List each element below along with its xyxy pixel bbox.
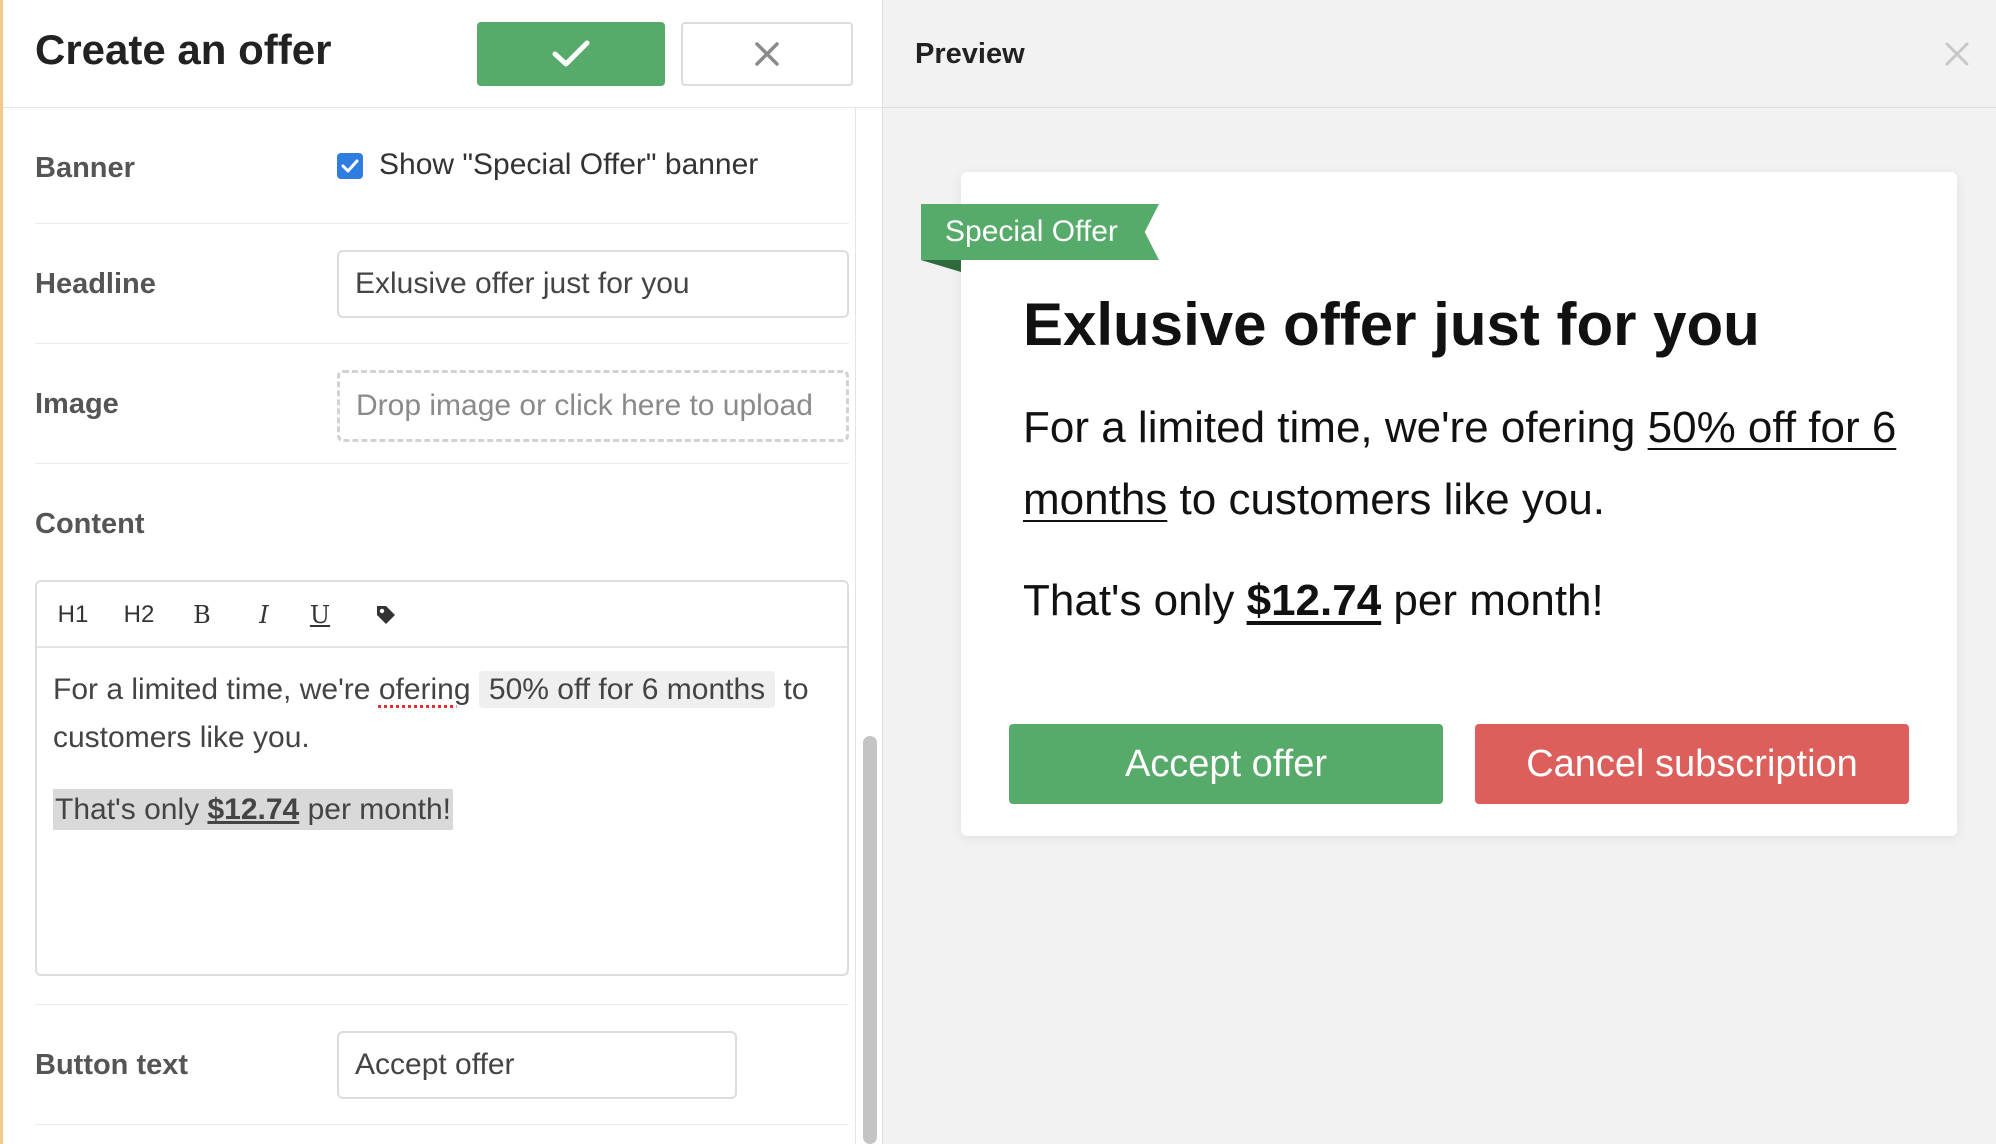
close-icon	[755, 42, 779, 66]
confirm-button[interactable]	[477, 22, 665, 86]
content-rich-text-editor: H1 H2 B I U For a limited time, we're of…	[35, 580, 849, 976]
italic-button[interactable]: I	[249, 596, 279, 634]
headline-row: Headline Exlusive offer just for you	[35, 224, 849, 344]
headline-label: Headline	[35, 268, 156, 300]
misspelled-word: ofering	[378, 673, 471, 706]
banner-checkbox-label[interactable]: Show "Special Offer" banner	[379, 148, 758, 182]
underline-button[interactable]: U	[305, 596, 335, 634]
check-icon	[552, 40, 590, 67]
rte-text: For a limited time, we're	[53, 673, 379, 706]
tag-button[interactable]	[371, 596, 401, 634]
checkmark-icon	[341, 159, 359, 173]
offer-description: For a limited time, we're ofering 50% of…	[1023, 403, 1897, 524]
rte-toolbar: H1 H2 B I U	[37, 582, 847, 648]
cancel-edit-button[interactable]	[681, 22, 853, 86]
preview-title: Preview	[915, 38, 1025, 70]
editor-scrollbar-thumb[interactable]	[863, 736, 877, 1144]
rte-paragraph-1: For a limited time, we're ofering 50% of…	[53, 666, 831, 762]
price-text: $12.74	[207, 793, 300, 826]
offer-headline: Exlusive offer just for you	[1023, 291, 1760, 358]
merge-tag-chip[interactable]: 50% off for 6 months	[478, 671, 776, 708]
banner-label: Banner	[35, 152, 135, 184]
ribbon-fold	[921, 260, 961, 272]
offer-preview-card: Special Offer Exlusive offer just for yo…	[921, 172, 1957, 836]
banner-row: Banner Show "Special Offer" banner	[35, 108, 849, 224]
button-text-input[interactable]: Accept offer	[337, 1031, 737, 1099]
preview-header: Preview	[883, 0, 1996, 108]
preview-panel: Preview Special Offer Exlusive offer jus…	[882, 0, 1996, 1144]
editor-header: Create an offer	[3, 0, 882, 108]
rte-content-area[interactable]: For a limited time, we're ofering 50% of…	[37, 648, 847, 834]
ribbon-text: Special Offer	[945, 215, 1118, 248]
rte-paragraph-2: That's only $12.74 per month!	[53, 786, 831, 834]
headline-input[interactable]: Exlusive offer just for you	[337, 250, 849, 318]
h2-button[interactable]: H2	[119, 596, 159, 634]
bold-button[interactable]: B	[187, 596, 217, 634]
app: Create an offer Banner Show "Special Off…	[0, 0, 1996, 1144]
h1-button[interactable]: H1	[55, 596, 91, 634]
banner-checkbox[interactable]	[337, 153, 363, 179]
image-row: Image Drop image or click here to upload	[35, 344, 849, 464]
content-label: Content	[35, 508, 145, 540]
cancel-subscription-button[interactable]: Cancel subscription	[1475, 724, 1909, 804]
accept-offer-button[interactable]: Accept offer	[1009, 724, 1443, 804]
button-text-row: Button text Accept offer	[35, 1005, 849, 1125]
image-dropzone[interactable]: Drop image or click here to upload	[337, 370, 849, 442]
tag-icon	[377, 606, 395, 624]
offer-price: $12.74	[1246, 576, 1382, 625]
offer-price-line: That's only $12.74 per month!	[1023, 576, 1604, 625]
close-icon	[1945, 42, 1969, 66]
editor-form: Banner Show "Special Offer" banner Headl…	[3, 108, 855, 1144]
selected-text: That's only $12.74 per month!	[53, 789, 453, 830]
image-label: Image	[35, 388, 119, 420]
page-title: Create an offer	[35, 26, 332, 73]
button-text-label: Button text	[35, 1049, 189, 1081]
preview-close-button[interactable]	[1937, 34, 1977, 74]
offer-editor-panel: Create an offer Banner Show "Special Off…	[0, 0, 885, 1144]
